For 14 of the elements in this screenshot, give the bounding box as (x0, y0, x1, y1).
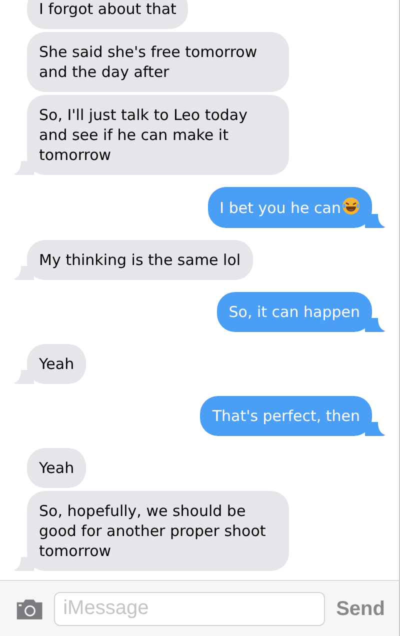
message-input[interactable]: iMessage (54, 592, 326, 626)
message-text: Yeah (39, 459, 74, 477)
laughing-emoji-icon (342, 197, 360, 215)
message-text: Yeah (39, 355, 74, 373)
message-text: So, it can happen (228, 303, 360, 321)
message-text: My thinking is the same lol (39, 251, 241, 269)
message-text: I forgot about that (39, 0, 176, 18)
message-text: That's perfect, then (212, 407, 360, 425)
send-button[interactable]: Send (336, 594, 385, 624)
message-text: She said she's free tomorrow and the day after (39, 43, 258, 81)
message-text: So, I'll just talk to Leo today and see if he can make it tomorrow (39, 106, 248, 164)
message-text: So, hopefully, we should be good for another proper shoot tomorrow (39, 502, 266, 560)
camera-icon[interactable] (15, 598, 44, 620)
message-text: I bet you he can (220, 199, 341, 217)
